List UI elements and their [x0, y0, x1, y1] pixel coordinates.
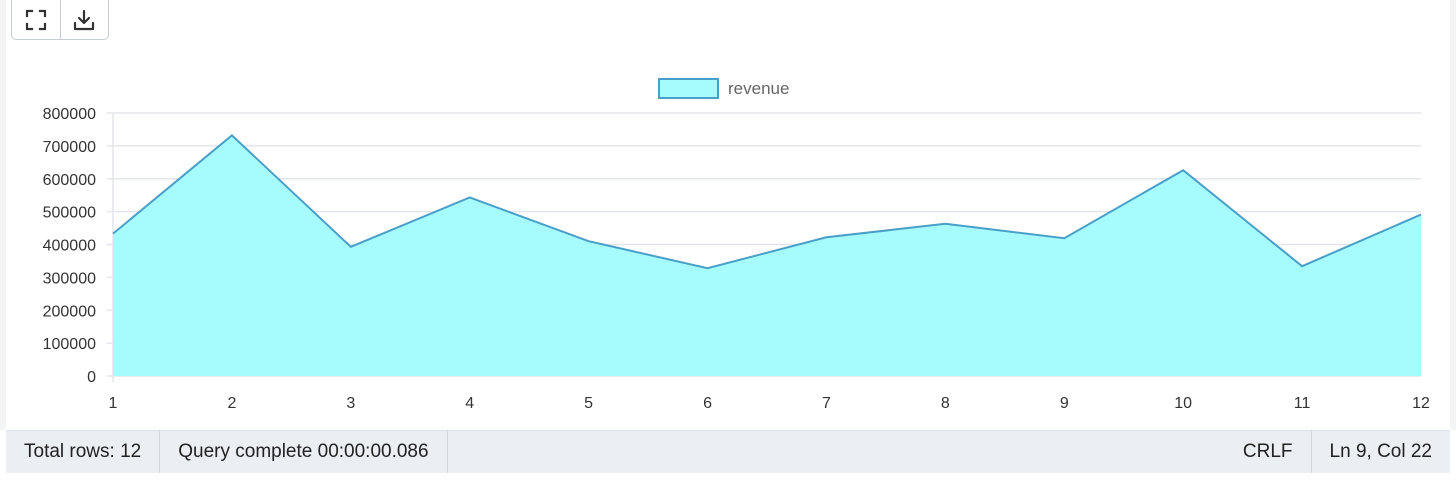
y-tick-label: 0: [87, 369, 96, 386]
y-tick-label: 800000: [43, 106, 96, 123]
legend-swatch: [658, 78, 719, 99]
x-tick-label: 8: [941, 395, 950, 412]
x-tick-label: 12: [1412, 395, 1430, 412]
x-tick-label: 9: [1060, 395, 1069, 412]
y-tick-label: 100000: [43, 336, 96, 353]
x-tick-label: 7: [822, 395, 831, 412]
x-tick-label: 6: [703, 395, 712, 412]
query-status: Query complete 00:00:00.086: [160, 431, 448, 473]
x-tick-label: 3: [346, 395, 355, 412]
y-tick-label: 700000: [43, 139, 96, 156]
status-spacer: [448, 431, 1225, 473]
y-tick-label: 600000: [43, 172, 96, 189]
line-ending-status[interactable]: CRLF: [1225, 431, 1311, 473]
status-bar: Total rows: 12 Query complete 00:00:00.0…: [6, 430, 1450, 473]
x-tick-label: 5: [584, 395, 593, 412]
x-tick-label: 4: [465, 395, 474, 412]
x-tick-label: 2: [227, 395, 236, 412]
y-tick-label: 500000: [43, 205, 96, 222]
y-tick-label: 300000: [43, 270, 96, 287]
area-chart: 0 100000 200000 300000 400000 500000 600000 700…: [43, 78, 1430, 412]
y-tick-label: 200000: [43, 303, 96, 320]
x-tick-label: 10: [1174, 395, 1192, 412]
total-rows-status: Total rows: 12: [6, 431, 161, 473]
legend-label: revenue: [728, 79, 789, 98]
x-tick-label: 11: [1294, 395, 1311, 412]
cursor-position-status[interactable]: Ln 9, Col 22: [1310, 431, 1450, 473]
revenue-area: [113, 135, 1421, 376]
chart-panel: 0 100000 200000 300000 400000 500000 600000 700…: [0, 0, 1456, 493]
x-tick-label: 1: [109, 395, 118, 412]
footer-area: [0, 473, 1456, 493]
y-tick-label: 400000: [43, 238, 96, 255]
